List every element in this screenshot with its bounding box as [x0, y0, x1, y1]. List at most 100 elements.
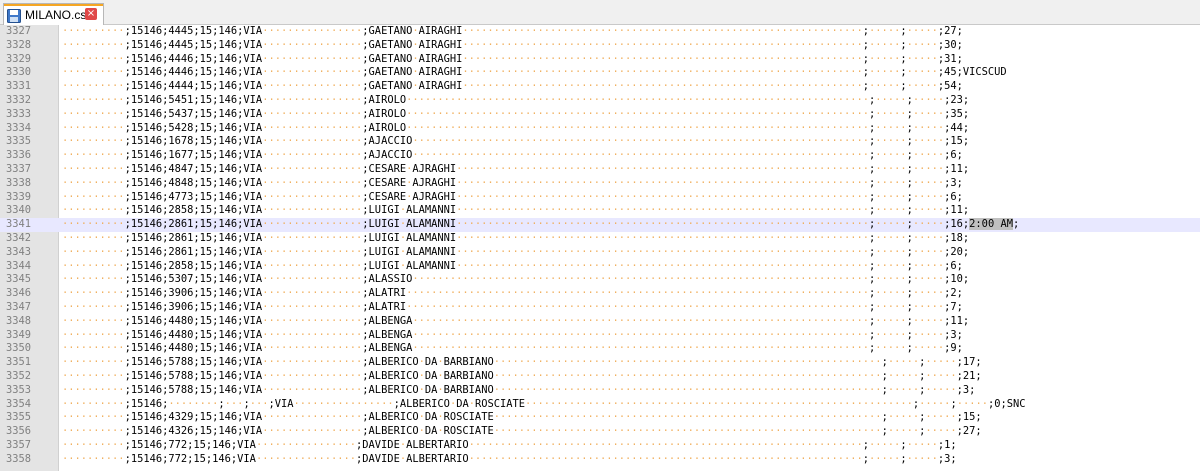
whitespace-marker: ·····: [875, 328, 907, 341]
text-line[interactable]: 3355 ··········;15146;4329;15;146;VIA····…: [0, 411, 1200, 425]
field-text: ;GAETANO: [362, 38, 413, 51]
whitespace-marker: ··········: [62, 149, 125, 162]
text-line[interactable]: 3338 ··········;15146;4848;15;146;VIA····…: [0, 177, 1200, 191]
text-line[interactable]: 3349 ··········;15146;4480;15;146;VIA····…: [0, 329, 1200, 343]
field-text: DA: [424, 411, 438, 424]
whitespace-marker: ················: [262, 425, 363, 438]
text-line[interactable]: 3332 ··········;15146;5451;15;146;VIA····…: [0, 94, 1200, 108]
whitespace-marker: ················: [262, 369, 363, 382]
line-number: 3332: [6, 93, 32, 106]
close-icon[interactable]: ×: [85, 8, 97, 20]
field-text: ;ALBENGA: [362, 314, 413, 327]
field-text: ;15146;4847;15;146;VIA: [124, 162, 263, 175]
whitespace-marker: ········································…: [468, 452, 863, 465]
line-number: 3350: [6, 342, 32, 355]
text-line[interactable]: 3358 ··········;15146;772;15;146;VIA·····…: [0, 453, 1200, 467]
whitespace-marker: ········································…: [493, 356, 882, 369]
whitespace-marker: ·····: [925, 411, 957, 424]
text-line[interactable]: 3335 ··········;15146;1678;15;146;VIA····…: [0, 135, 1200, 149]
text-line[interactable]: 3346 ··········;15146;3906;15;146;VIA····…: [0, 287, 1200, 301]
text-line[interactable]: 3345 ··········;15146;5307;15;146;VIA····…: [0, 273, 1200, 287]
field-text: ;15146;4480;15;146;VIA: [124, 314, 263, 327]
text-line[interactable]: 3342 ··········;15146;2861;15;146;VIA····…: [0, 232, 1200, 246]
whitespace-marker: ········································…: [412, 314, 870, 327]
whitespace-marker: ·····: [912, 93, 945, 106]
text-line[interactable]: 3350 ··········;15146;4480;15;146;VIA····…: [0, 342, 1200, 356]
whitespace-marker: ·····: [875, 287, 907, 300]
whitespace-marker: ··········: [62, 259, 125, 272]
text-line[interactable]: 3353 ··········;15146;5788;15;146;VIA····…: [0, 384, 1200, 398]
editor-area[interactable]: 3327 ··········;15146;4445;15;146;VIA····…: [0, 25, 1200, 471]
text-line[interactable]: 3352 ··········;15146;5788;15;146;VIA····…: [0, 370, 1200, 384]
whitespace-marker: ················: [262, 287, 363, 300]
whitespace-marker: ················: [262, 411, 363, 424]
whitespace-marker: ··········: [62, 38, 125, 51]
tab-milano-csv[interactable]: MILANO.csv ×: [3, 3, 104, 25]
whitespace-marker: ········································…: [406, 93, 870, 106]
text-line[interactable]: 3333 ··········;15146;5437;15;146;VIA····…: [0, 108, 1200, 122]
line-number: 3351: [6, 356, 32, 369]
whitespace-marker: ·····: [869, 25, 901, 37]
field-text: ;11;: [944, 204, 970, 217]
whitespace-marker: ················: [262, 356, 363, 369]
whitespace-marker: ········································…: [456, 204, 870, 217]
text-line[interactable]: 3327 ··········;15146;4445;15;146;VIA····…: [0, 25, 1200, 39]
text-line[interactable]: 3339 ··········;15146;4773;15;146;VIA····…: [0, 191, 1200, 205]
whitespace-marker: ·····: [912, 314, 945, 327]
field-text: ;ALBERICO: [362, 425, 419, 438]
text-line[interactable]: 3337 ··········;15146;4847;15;146;VIA····…: [0, 163, 1200, 177]
line-number: 3331: [6, 80, 32, 93]
text-line[interactable]: 3330 ··········;15146;4446;15;146;VIA····…: [0, 66, 1200, 80]
field-text: ALAMANNI: [406, 204, 457, 217]
field-text: ;15146;4326;15;146;VIA: [124, 425, 263, 438]
text-line[interactable]: 3354 ··········;15146;········;···;···;VI…: [0, 398, 1200, 412]
whitespace-marker: ·····: [875, 121, 907, 134]
whitespace-marker: ·····: [869, 66, 901, 79]
whitespace-marker: ·····: [912, 328, 945, 341]
whitespace-marker: ········································…: [456, 176, 870, 189]
text-line[interactable]: 3331 ··········;15146;4444;15;146;VIA····…: [0, 80, 1200, 94]
field-text: ;DAVIDE: [356, 438, 400, 451]
whitespace-marker: ··········: [62, 342, 125, 355]
line-number: 3330: [6, 66, 32, 79]
whitespace-marker: ·····: [925, 425, 957, 438]
field-text: ;CESARE: [362, 162, 407, 175]
text-line[interactable]: 3348 ··········;15146;4480;15;146;VIA····…: [0, 315, 1200, 329]
field-text: ;AIROLO: [362, 93, 407, 106]
text-line[interactable]: 3347 ··········;15146;3906;15;146;VIA····…: [0, 301, 1200, 315]
line-content: ··········;15146;772;15;146;VIA·········…: [62, 439, 957, 453]
text-line[interactable]: 3356 ··········;15146;4326;15;146;VIA····…: [0, 425, 1200, 439]
field-text: ;54;: [937, 80, 963, 93]
whitespace-marker: ··········: [62, 25, 125, 37]
text-line[interactable]: 3343 ··········;15146;2861;15;146;VIA····…: [0, 246, 1200, 260]
field-text: ;20;: [944, 245, 970, 258]
whitespace-marker: ·····: [925, 369, 957, 382]
whitespace-marker: ················: [262, 135, 363, 148]
text-line[interactable]: 3351 ··········;15146;5788;15;146;VIA····…: [0, 356, 1200, 370]
text-line[interactable]: 3334 ··········;15146;5428;15;146;VIA····…: [0, 122, 1200, 136]
field-text: ;31;: [937, 52, 963, 65]
text-line[interactable]: 3340 ··········;15146;2858;15;146;VIA····…: [0, 204, 1200, 218]
field-text: AIRAGHI: [418, 80, 463, 93]
line-content: ··········;15146;4445;15;146;VIA········…: [62, 25, 963, 39]
text-line[interactable]: 3344 ··········;15146;2858;15;146;VIA····…: [0, 260, 1200, 274]
line-number: 3337: [6, 162, 32, 175]
field-text: ;3;: [944, 176, 963, 189]
whitespace-marker: ·····: [906, 25, 938, 37]
whitespace-marker: ·····: [875, 149, 907, 162]
field-text: ;ALBERICO: [362, 411, 419, 424]
line-number: 3342: [6, 231, 32, 244]
text-line[interactable]: 3357 ··········;15146;772;15;146;VIA·····…: [0, 439, 1200, 453]
current-line[interactable]: 3341 ··········;15146;2861;15;146;VIA····…: [0, 218, 1200, 232]
line-content: ··········;15146;4480;15;146;VIA········…: [62, 329, 963, 343]
text-line[interactable]: 3328 ··········;15146;4445;15;146;VIA····…: [0, 39, 1200, 53]
line-number: 3343: [6, 245, 32, 258]
field-text: ;GAETANO: [362, 52, 413, 65]
line-content: ··········;15146;1677;15;146;VIA········…: [62, 149, 963, 163]
text-line[interactable]: 3329 ··········;15146;4446;15;146;VIA····…: [0, 53, 1200, 67]
line-number: 3352: [6, 369, 32, 382]
text-line[interactable]: 3336 ··········;15146;1677;15;146;VIA····…: [0, 149, 1200, 163]
field-text: ;15146;4446;15;146;VIA: [124, 52, 263, 65]
whitespace-marker: ········································…: [456, 259, 870, 272]
whitespace-marker: ········································…: [406, 287, 870, 300]
